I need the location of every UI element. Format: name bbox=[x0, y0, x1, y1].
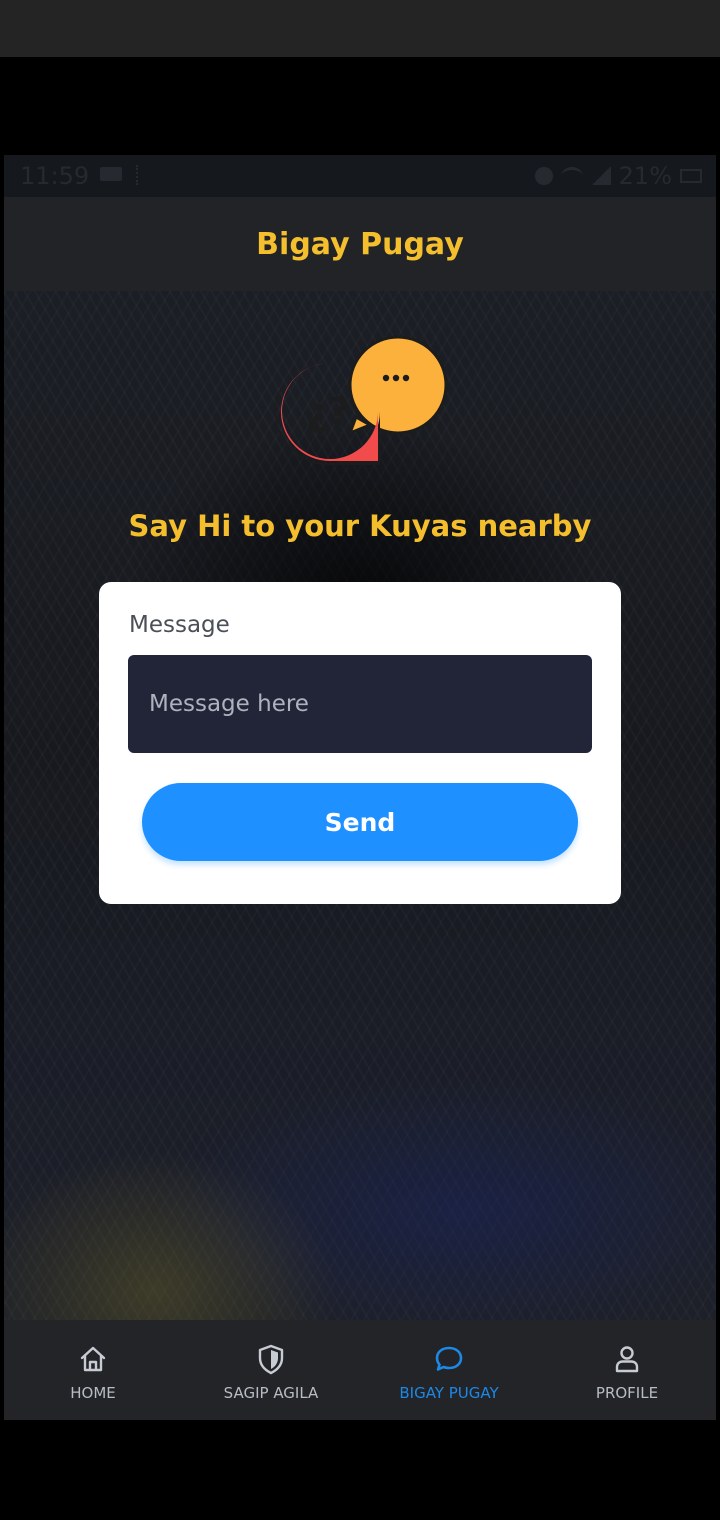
app-screen: 11:59 21% Bigay Pugay ¿? Say Hi to your … bbox=[4, 155, 716, 1420]
message-card: Message Send bbox=[99, 582, 621, 904]
nav-label-sagip-agila: SAGIP AGILA bbox=[223, 1384, 319, 1402]
more-icon bbox=[136, 165, 144, 185]
user-icon bbox=[615, 1346, 639, 1373]
headline: Say Hi to your Kuyas nearby bbox=[128, 509, 592, 543]
nav-item-bigay-pugay[interactable]: BIGAY PUGAY bbox=[360, 1320, 538, 1420]
battery-percent: 21% bbox=[618, 162, 672, 190]
video-icon bbox=[100, 167, 122, 181]
nav-label-bigay-pugay: BIGAY PUGAY bbox=[399, 1384, 499, 1402]
yellow-bubble-icon bbox=[348, 335, 448, 435]
status-time: 11:59 bbox=[20, 162, 90, 190]
nav-item-sagip-agila[interactable]: SAGIP AGILA bbox=[182, 1320, 360, 1420]
page-title: Bigay Pugay bbox=[256, 226, 464, 262]
nav-label-home: HOME bbox=[70, 1384, 116, 1402]
svg-text:¿?: ¿? bbox=[306, 390, 350, 434]
chat-bubble-icon bbox=[435, 1346, 463, 1371]
message-label: Message bbox=[129, 612, 230, 638]
bottom-black-band bbox=[0, 1420, 720, 1520]
status-indicators: 21% bbox=[534, 162, 702, 190]
bottom-nav: HOME SAGIP AGILA BIGAY PUGAY PROFILE bbox=[4, 1320, 716, 1420]
top-black-band bbox=[0, 57, 720, 155]
wifi-icon bbox=[560, 166, 583, 186]
app-header: Bigay Pugay bbox=[4, 197, 716, 291]
top-system-band bbox=[0, 0, 720, 57]
chat-bubbles-icon: ¿? bbox=[275, 335, 448, 465]
battery-icon bbox=[680, 169, 702, 183]
alarm-icon bbox=[534, 167, 553, 185]
nav-item-profile[interactable]: PROFILE bbox=[538, 1320, 716, 1420]
status-bar: 11:59 21% bbox=[4, 155, 716, 197]
send-button[interactable]: Send bbox=[142, 783, 578, 861]
main-content: ¿? Say Hi to your Kuyas nearby Message S… bbox=[4, 291, 716, 1320]
shield-icon bbox=[258, 1344, 284, 1375]
signal-icon bbox=[590, 167, 611, 185]
message-input[interactable] bbox=[128, 655, 592, 753]
nav-label-profile: PROFILE bbox=[595, 1384, 659, 1402]
home-icon bbox=[80, 1346, 106, 1372]
nav-item-home[interactable]: HOME bbox=[4, 1320, 182, 1420]
